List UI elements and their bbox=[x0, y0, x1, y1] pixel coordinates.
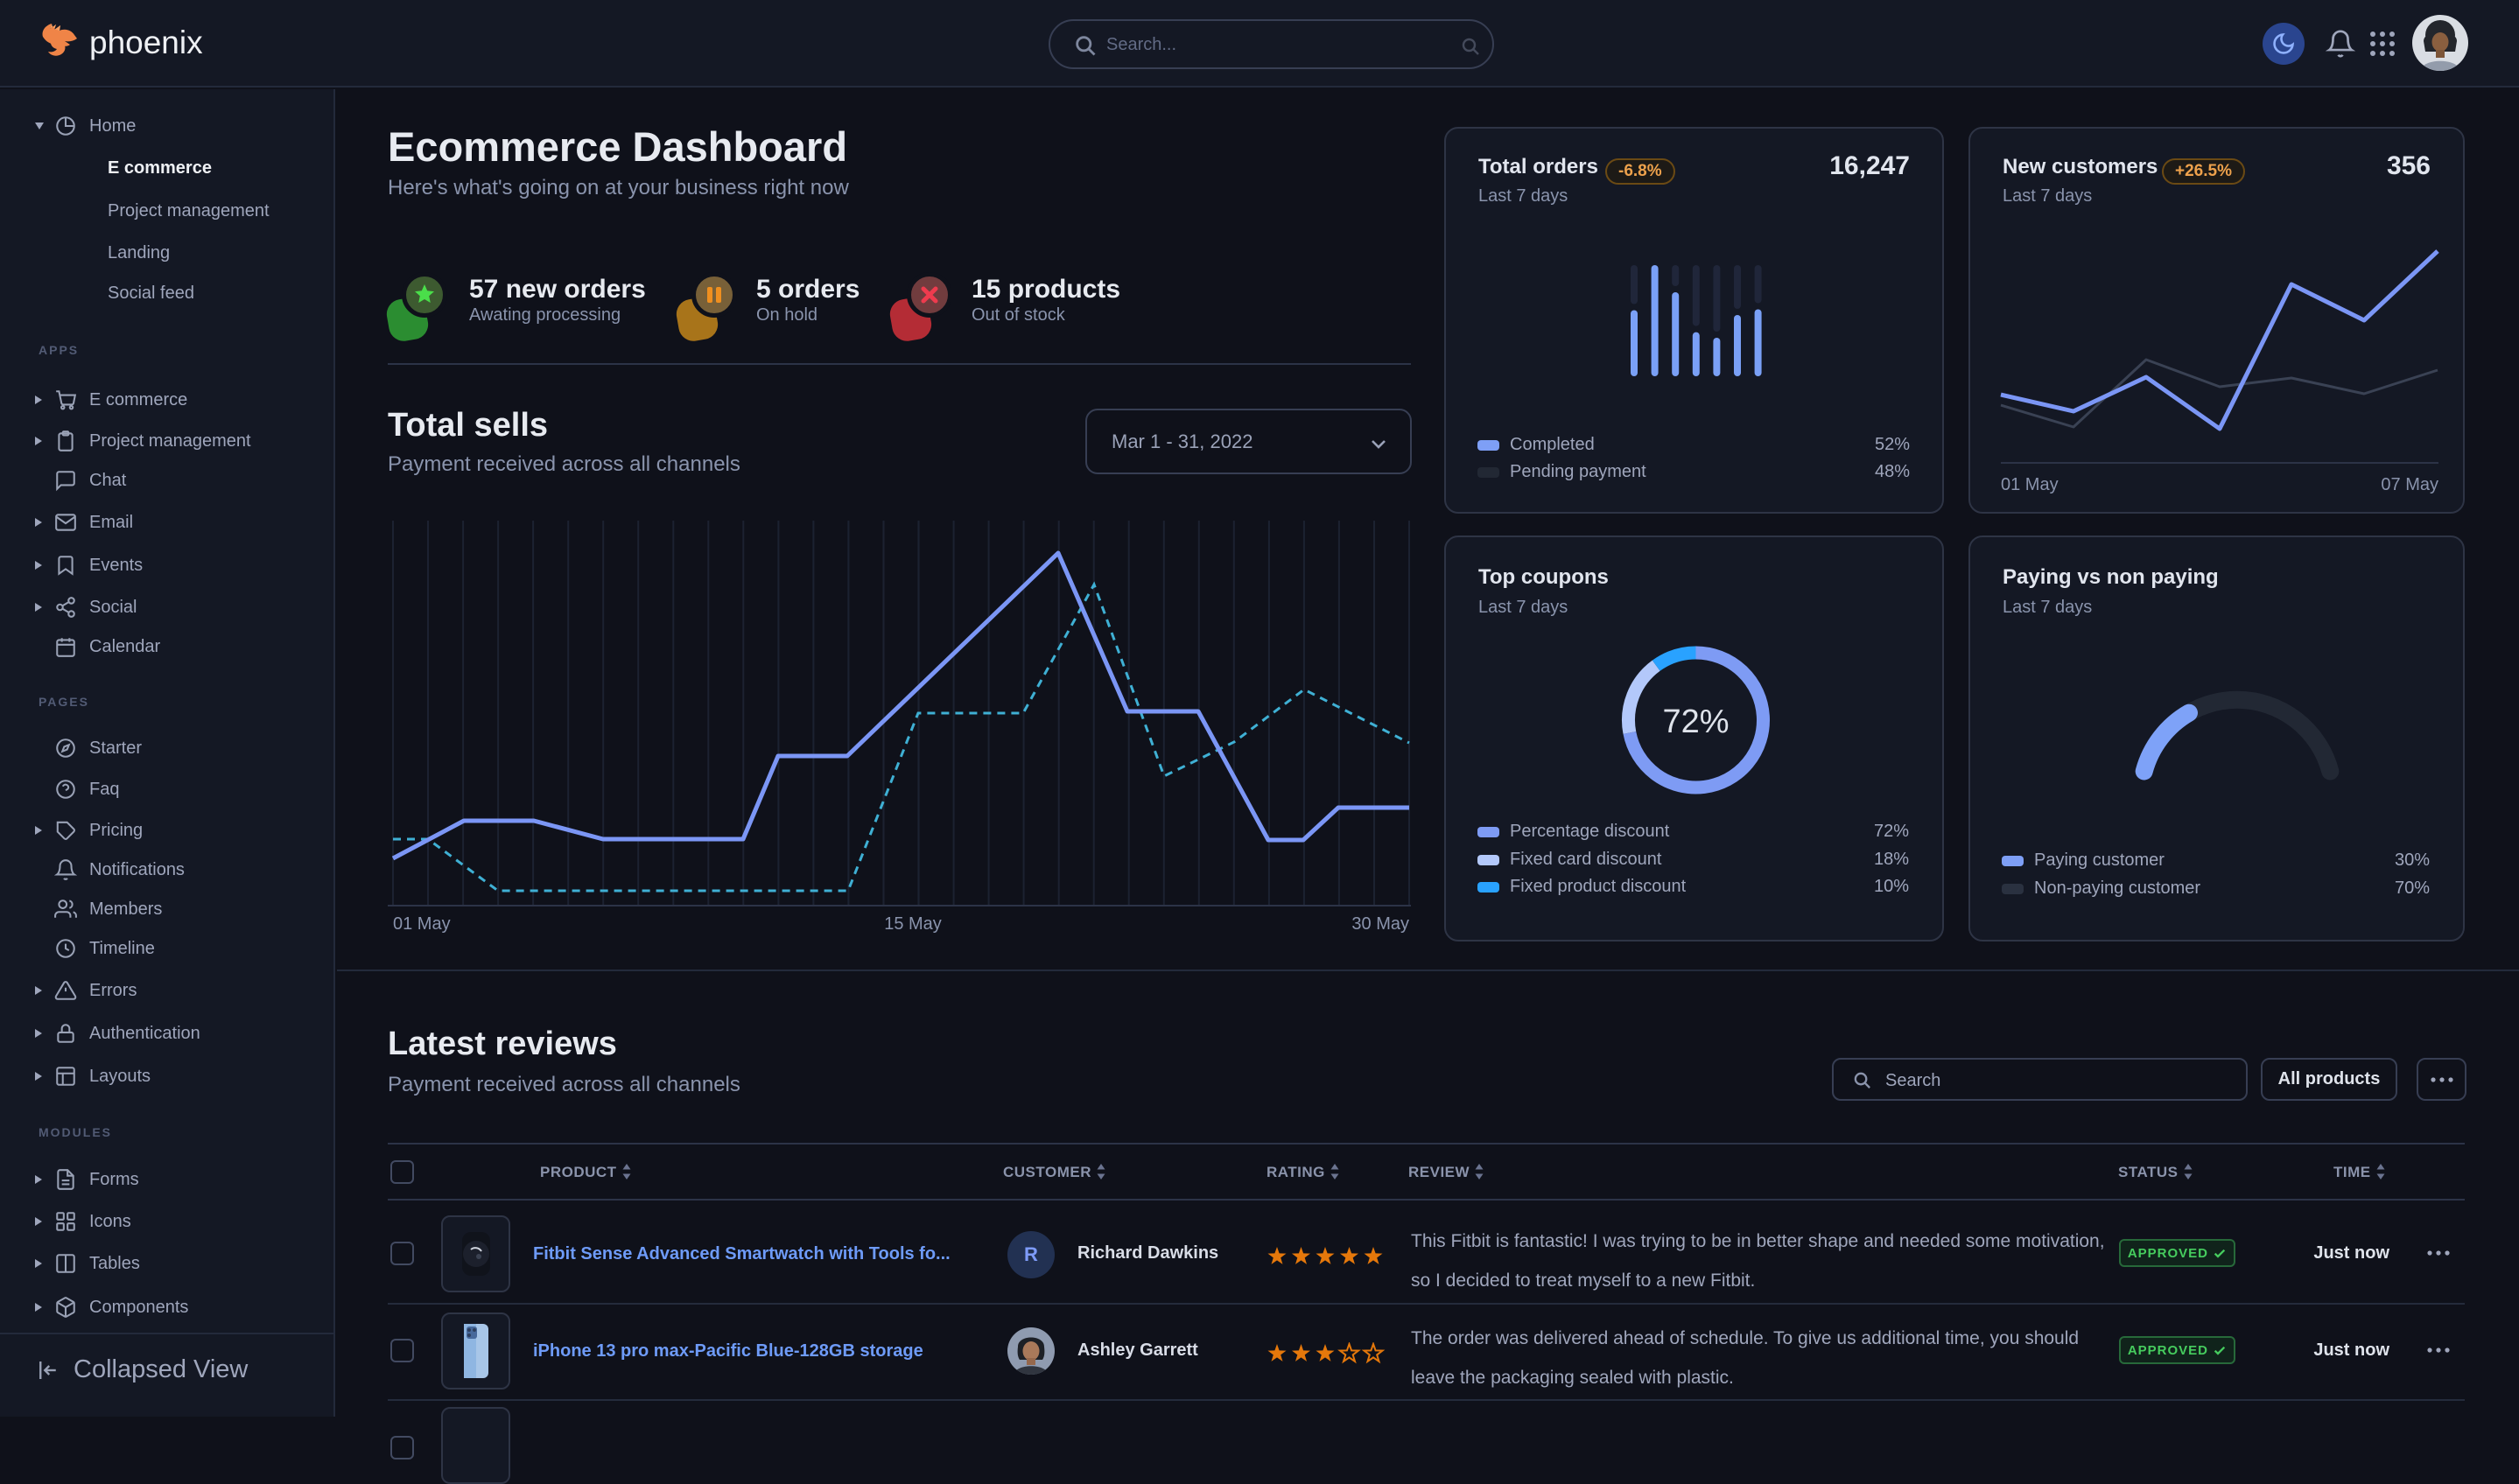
svg-text:72%: 72% bbox=[1662, 704, 1729, 740]
svg-text:15 May: 15 May bbox=[884, 914, 942, 934]
svg-text:30 May: 30 May bbox=[1351, 914, 1409, 934]
svg-text:07 May: 07 May bbox=[2381, 475, 2438, 494]
svg-text:01 May: 01 May bbox=[2001, 475, 2059, 494]
svg-text:01 May: 01 May bbox=[393, 914, 451, 934]
